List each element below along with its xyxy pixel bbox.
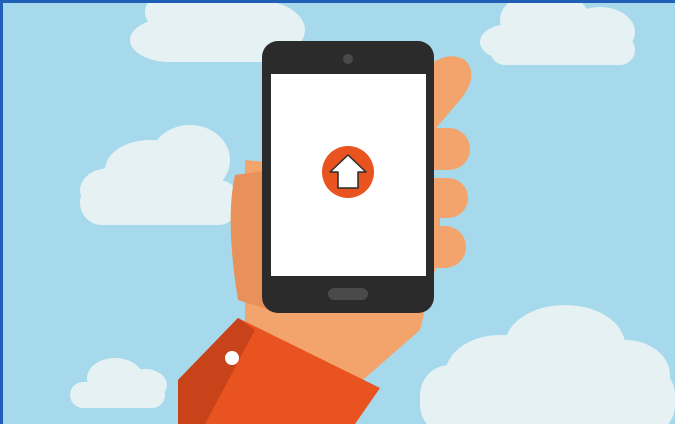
illustration — [0, 0, 675, 424]
phone-home-button[interactable] — [328, 288, 368, 300]
scene — [0, 0, 675, 424]
sleeve-button — [225, 351, 239, 365]
home-upload-icon[interactable] — [322, 146, 374, 198]
cloud-top-right — [480, 0, 635, 65]
phone-camera — [343, 54, 353, 64]
